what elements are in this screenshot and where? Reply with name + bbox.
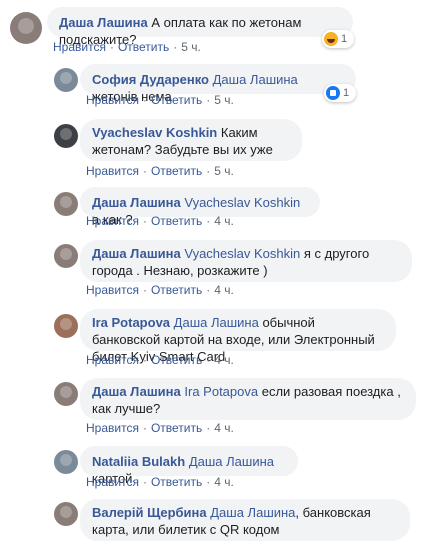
like-link[interactable]: Нравится bbox=[86, 475, 139, 489]
reply-comment: Nataliia Bulakh Даша Лашина картой Нрави… bbox=[0, 442, 426, 494]
comment-author[interactable]: Даша Лашина bbox=[92, 246, 181, 261]
reply-link[interactable]: Ответить bbox=[151, 353, 202, 367]
avatar[interactable] bbox=[54, 68, 78, 92]
comment-author[interactable]: Ira Potapova bbox=[92, 315, 170, 330]
avatar[interactable] bbox=[54, 124, 78, 148]
like-link[interactable]: Нравится bbox=[86, 164, 139, 178]
reply-link[interactable]: Ответить bbox=[151, 283, 202, 297]
avatar[interactable] bbox=[54, 382, 78, 406]
reply-comment: Даша Лашина Vyacheslav Koshkin я с друго… bbox=[0, 236, 426, 304]
comment-actions: Нравится · Ответить · 4 ч. bbox=[86, 283, 234, 297]
comment-actions: Нравится · Ответить · 5 ч. bbox=[86, 164, 234, 178]
comment: Даша Лашина А оплата как по жетонам подс… bbox=[0, 0, 426, 60]
comment-mention[interactable]: Vyacheslav Koshkin bbox=[184, 195, 300, 210]
separator: · bbox=[206, 93, 211, 107]
comment-bubble: Ira Potapova Даша Лашина обычной банковс… bbox=[80, 309, 396, 364]
separator: · bbox=[206, 283, 211, 297]
avatar[interactable] bbox=[54, 244, 78, 268]
reaction-count: 1 bbox=[343, 87, 350, 99]
separator: · bbox=[142, 353, 147, 367]
separator: · bbox=[142, 475, 147, 489]
separator: · bbox=[142, 283, 147, 297]
comment-bubble: Даша Лашина Ira Potapova если разовая по… bbox=[80, 378, 416, 420]
separator: · bbox=[206, 475, 211, 489]
reply-comment: Валерій Щербина Даша Лашина, банковская … bbox=[0, 494, 426, 547]
avatar[interactable] bbox=[54, 450, 78, 474]
avatar[interactable] bbox=[54, 502, 78, 526]
comment-bubble: Vyacheslav Koshkin Каким жетонам? Забудь… bbox=[80, 119, 302, 161]
comment-author[interactable]: Даша Лашина bbox=[92, 195, 181, 210]
separator: · bbox=[109, 40, 114, 54]
comment-bubble: Даша Лашина Vyacheslav Koshkin я с друго… bbox=[80, 240, 412, 282]
avatar[interactable] bbox=[10, 12, 42, 44]
comment-author[interactable]: Nataliia Bulakh bbox=[92, 454, 185, 469]
comment-mention[interactable]: Даша Лашина bbox=[213, 72, 298, 87]
separator: · bbox=[206, 421, 211, 435]
separator: · bbox=[142, 164, 147, 178]
avatar[interactable] bbox=[54, 314, 78, 338]
comment-time[interactable]: 4 ч. bbox=[214, 421, 234, 435]
comment-time[interactable]: 5 ч. bbox=[181, 40, 201, 54]
comment-time[interactable]: 4 ч. bbox=[214, 283, 234, 297]
like-link[interactable]: Нравится bbox=[86, 283, 139, 297]
reply-link[interactable]: Ответить bbox=[118, 40, 169, 54]
avatar[interactable] bbox=[54, 192, 78, 216]
like-link[interactable]: Нравится bbox=[86, 421, 139, 435]
reaction-badge[interactable]: 1 bbox=[322, 30, 354, 48]
reply-comment: Даша Лашина Vyacheslav Koshkin а как ? Н… bbox=[0, 184, 426, 236]
comment-mention[interactable]: Даша Лашина bbox=[189, 454, 274, 469]
comment-bubble: Валерій Щербина Даша Лашина, банковская … bbox=[80, 499, 410, 541]
comment-time[interactable]: 4 ч. bbox=[214, 475, 234, 489]
like-link[interactable]: Нравится bbox=[86, 93, 139, 107]
comment-bubble: София Дударенко Даша Лашина жетонів нема bbox=[80, 64, 356, 104]
comment-actions: Нравится · Ответить · 4 ч. bbox=[86, 475, 234, 489]
comment-author[interactable]: София Дударенко bbox=[92, 72, 209, 87]
comment-actions: Нравится · Ответить · 4 ч. bbox=[86, 214, 234, 228]
reaction-badge[interactable]: 1 bbox=[324, 84, 356, 102]
reply-comment: Даша Лашина Ira Potapova если разовая по… bbox=[0, 374, 426, 442]
comment-mention[interactable]: Даша Лашина bbox=[210, 505, 295, 520]
separator: · bbox=[142, 421, 147, 435]
reply-comment: София Дударенко Даша Лашина жетонів нема… bbox=[0, 60, 426, 112]
comment-bubble: Nataliia Bulakh Даша Лашина картой bbox=[80, 446, 298, 486]
reply-comment: Ira Potapova Даша Лашина обычной банковс… bbox=[0, 306, 426, 374]
comment-mention[interactable]: Ira Potapova bbox=[184, 384, 258, 399]
like-link[interactable]: Нравится bbox=[86, 214, 139, 228]
separator: · bbox=[206, 214, 211, 228]
comment-author[interactable]: Vyacheslav Koshkin bbox=[92, 125, 217, 140]
separator: · bbox=[206, 164, 211, 178]
comment-time[interactable]: 4 ч. bbox=[214, 353, 234, 367]
haha-icon bbox=[324, 32, 338, 46]
comment-author[interactable]: Валерій Щербина bbox=[92, 505, 207, 520]
reply-link[interactable]: Ответить bbox=[151, 164, 202, 178]
separator: · bbox=[206, 353, 211, 367]
comment-author[interactable]: Даша Лашина bbox=[92, 384, 181, 399]
comment-actions: Нравится · Ответить · 5 ч. bbox=[53, 40, 201, 54]
like-icon bbox=[326, 86, 340, 100]
comment-bubble: Даша Лашина Vyacheslav Koshkin а как ? bbox=[80, 187, 320, 227]
reaction-count: 1 bbox=[341, 33, 348, 45]
reply-link[interactable]: Ответить bbox=[151, 475, 202, 489]
comment-time[interactable]: 5 ч. bbox=[214, 93, 234, 107]
reply-link[interactable]: Ответить bbox=[151, 421, 202, 435]
comment-mention[interactable]: Vyacheslav Koshkin bbox=[184, 246, 300, 261]
like-link[interactable]: Нравится bbox=[86, 353, 139, 367]
separator: · bbox=[142, 214, 147, 228]
comment-actions: Нравится · Ответить · 4 ч. bbox=[86, 353, 234, 367]
separator: · bbox=[173, 40, 178, 54]
comment-actions: Нравится · Ответить · 4 ч. bbox=[86, 421, 234, 435]
separator: · bbox=[142, 93, 147, 107]
reply-comment: Vyacheslav Koshkin Каким жетонам? Забудь… bbox=[0, 116, 426, 184]
like-link[interactable]: Нравится bbox=[53, 40, 106, 54]
comment-mention[interactable]: Даша Лашина bbox=[174, 315, 259, 330]
comment-actions: Нравится · Ответить · 5 ч. bbox=[86, 93, 234, 107]
comment-author[interactable]: Даша Лашина bbox=[59, 15, 148, 30]
comment-time[interactable]: 4 ч. bbox=[214, 214, 234, 228]
comment-bubble: Даша Лашина А оплата как по жетонам подс… bbox=[47, 7, 353, 47]
comment-time[interactable]: 5 ч. bbox=[214, 164, 234, 178]
reply-link[interactable]: Ответить bbox=[151, 214, 202, 228]
reply-link[interactable]: Ответить bbox=[151, 93, 202, 107]
